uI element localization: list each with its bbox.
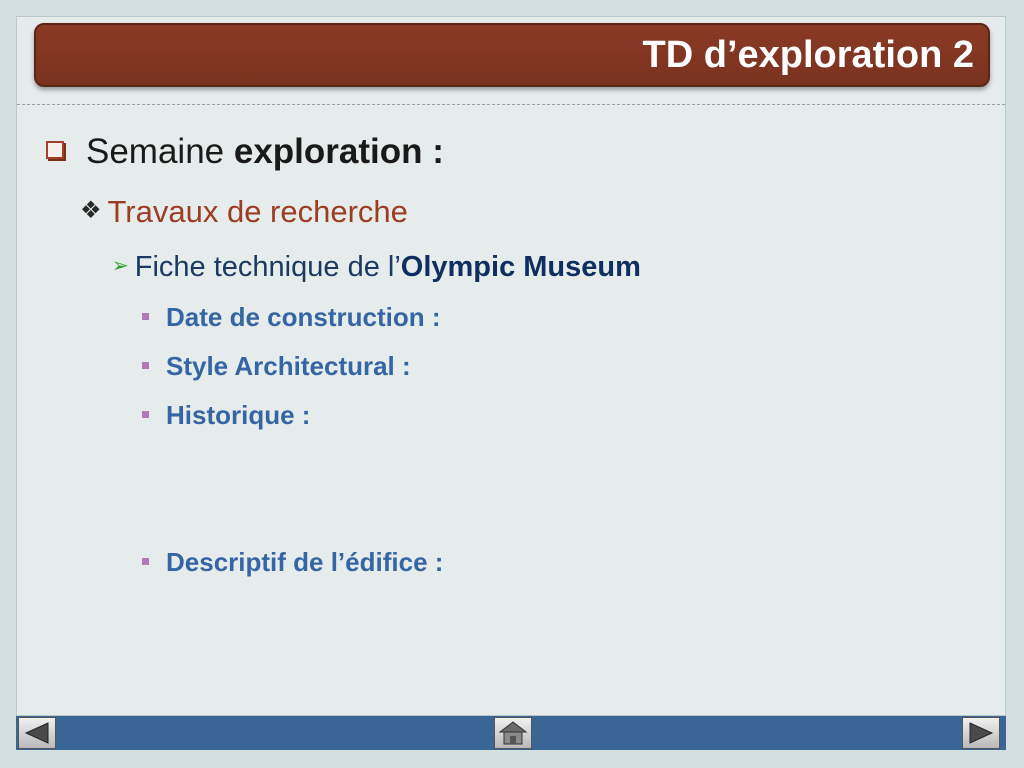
- bullet-level1-bold: exploration :: [233, 132, 444, 171]
- home-button[interactable]: [494, 717, 532, 749]
- bullet-level4-text: Style Architectural :: [166, 351, 411, 381]
- bullet-level4-item: Style Architectural :: [142, 349, 411, 383]
- bullet-level3: ➢ Fiche technique de l’Olympic Museum: [112, 248, 641, 287]
- bullet-level4-text: Date de construction :: [166, 302, 441, 332]
- left-triangle-icon: [24, 722, 49, 744]
- bullet-level4-text: Historique :: [166, 400, 311, 430]
- title-bar: TD d’exploration 2: [34, 23, 990, 87]
- bullet-level1-text: Semaine: [86, 132, 234, 171]
- bullet-level1: Semaine exploration :: [46, 130, 444, 174]
- bullet-level4-item: Descriptif de l’édifice :: [142, 545, 443, 579]
- previous-slide-button[interactable]: [18, 717, 56, 749]
- checkbox-square-bullet-icon: [46, 140, 64, 159]
- bullet-level4-text: Descriptif de l’édifice :: [166, 547, 444, 577]
- bullet-level2: ❖ Travaux de recherche: [80, 192, 408, 234]
- four-diamond-bullet-icon: ❖: [80, 196, 102, 224]
- bullet-level3-bold: Olympic Museum: [400, 251, 641, 283]
- small-square-bullet-icon: [142, 312, 149, 320]
- small-square-bullet-icon: [142, 557, 149, 565]
- bullet-level2-text: Travaux de recherche: [107, 194, 408, 229]
- bullet-level4-item: Historique :: [142, 398, 310, 432]
- arrowhead-bullet-icon: ➢: [112, 255, 129, 278]
- small-square-bullet-icon: [142, 410, 149, 418]
- slide-title: TD d’exploration 2: [642, 34, 974, 76]
- next-slide-button[interactable]: [962, 717, 1000, 749]
- home-icon: [498, 721, 528, 745]
- bullet-level4-item: Date de construction :: [142, 300, 440, 334]
- small-square-bullet-icon: [142, 361, 149, 369]
- right-triangle-icon: [969, 722, 994, 744]
- title-divider: [17, 104, 1005, 105]
- bullet-level3-text: Fiche technique de l’: [134, 251, 401, 283]
